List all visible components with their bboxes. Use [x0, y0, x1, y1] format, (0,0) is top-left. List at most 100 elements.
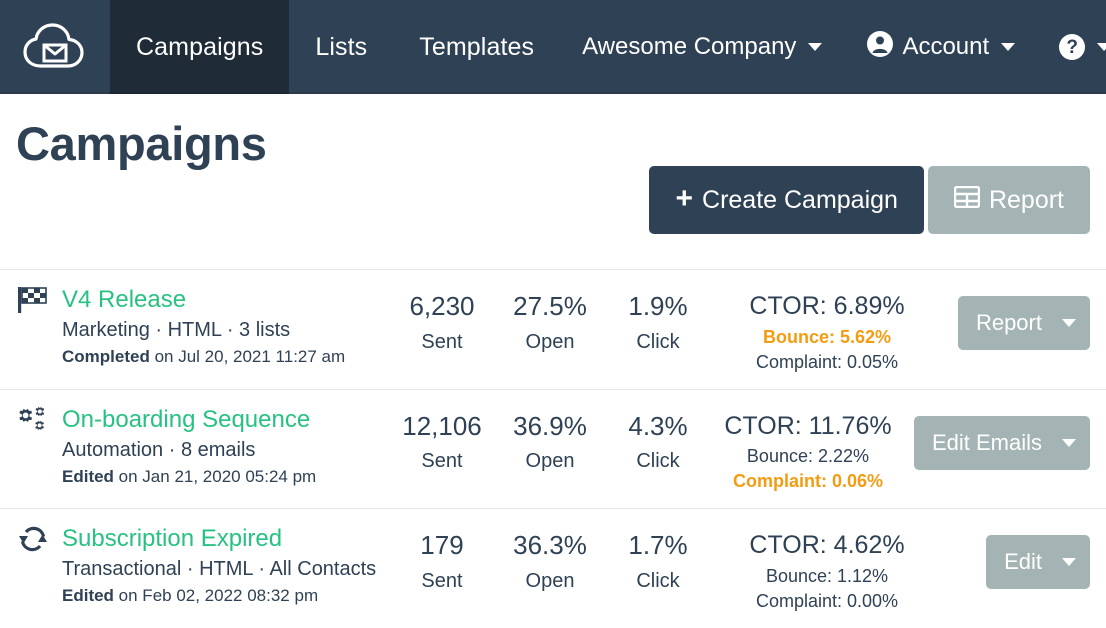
account-menu-label: Account [902, 33, 989, 61]
brand-logo[interactable] [0, 0, 110, 94]
stat-click-value: 4.3% [604, 410, 712, 443]
stat-click-value: 1.9% [604, 290, 712, 323]
campaign-name-link[interactable]: On-boarding Sequence [62, 406, 310, 434]
nav-tab-templates-label: Templates [419, 33, 534, 62]
checkered-flag-icon [16, 286, 50, 314]
row-action-dropdown-toggle[interactable] [1058, 535, 1090, 589]
campaign-date-text: on Jan 21, 2020 05:24 pm [114, 467, 316, 486]
stat-click-label: Click [604, 570, 712, 593]
stat-click: 1.9% Click [604, 284, 712, 354]
row-action: Report [952, 284, 1090, 350]
stat-open: 27.5% Open [496, 284, 604, 354]
campaign-title-line: On-boarding Sequence [16, 406, 388, 434]
complaint-value: Complaint: 0.06% [712, 471, 904, 492]
table-row[interactable]: V4 Release Marketing · HTML · 3 lists Co… [0, 270, 1106, 390]
cloud-envelope-logo-icon [22, 22, 88, 72]
report-button[interactable]: Report [928, 166, 1090, 234]
bounce-value: Bounce: 5.62% [712, 327, 942, 348]
campaign-title-line: Subscription Expired [16, 525, 388, 553]
campaign-date: Edited on Feb 02, 2022 08:32 pm [62, 586, 388, 606]
help-menu[interactable]: ? [1037, 34, 1106, 60]
stat-open-label: Open [496, 331, 604, 354]
table-icon [954, 186, 980, 215]
row-action-button[interactable]: Edit Emails [914, 416, 1090, 470]
sync-arrows-icon [16, 525, 50, 553]
page-header: Campaigns + Create Campaign Report [0, 94, 1106, 270]
account-menu[interactable]: Account [844, 30, 1037, 65]
stat-open: 36.9% Open [496, 404, 604, 474]
stat-sent-value: 12,106 [388, 410, 496, 443]
bounce-value: Bounce: 2.22% [712, 446, 904, 467]
plus-icon: + [675, 184, 693, 214]
campaign-name-link[interactable]: V4 Release [62, 286, 186, 314]
ctor-value: CTOR: 11.76% [712, 410, 904, 443]
rate-group: CTOR: 11.76% Bounce: 2.22% Complaint: 0.… [712, 404, 914, 493]
create-campaign-button[interactable]: + Create Campaign [649, 166, 923, 234]
campaign-date: Completed on Jul 20, 2021 11:27 am [62, 347, 388, 367]
nav-tab-templates[interactable]: Templates [393, 0, 560, 94]
stat-sent-value: 179 [388, 529, 496, 562]
rate-group: CTOR: 6.89% Bounce: 5.62% Complaint: 0.0… [712, 284, 952, 373]
company-menu[interactable]: Awesome Company [560, 33, 844, 61]
help-circle-icon: ? [1059, 34, 1085, 60]
campaign-title-line: V4 Release [16, 286, 388, 314]
campaign-list: V4 Release Marketing · HTML · 3 lists Co… [0, 270, 1106, 628]
table-row[interactable]: On-boarding Sequence Automation · 8 emai… [0, 390, 1106, 510]
row-action: Edit Emails [914, 404, 1090, 470]
campaign-meta: Marketing · HTML · 3 lists [62, 319, 388, 342]
navbar-left-group: Campaigns Lists Templates [0, 0, 560, 94]
nav-tab-campaigns[interactable]: Campaigns [110, 0, 289, 94]
campaign-date-text: on Feb 02, 2022 08:32 pm [114, 586, 318, 605]
complaint-value: Complaint: 0.00% [712, 591, 942, 612]
stat-sent: 179 Sent [388, 523, 496, 593]
complaint-value: Complaint: 0.05% [712, 352, 942, 373]
chevron-down-icon [1062, 319, 1076, 327]
campaign-summary: Subscription Expired Transactional · HTM… [16, 523, 388, 606]
campaign-name-link[interactable]: Subscription Expired [62, 525, 282, 553]
table-row[interactable]: Subscription Expired Transactional · HTM… [0, 509, 1106, 628]
ctor-value: CTOR: 4.62% [712, 529, 942, 562]
nav-tab-lists[interactable]: Lists [289, 0, 393, 94]
chevron-down-icon [1001, 43, 1015, 51]
bounce-value: Bounce: 1.12% [712, 566, 942, 587]
row-action-button[interactable]: Report [958, 296, 1090, 350]
cogs-icon [16, 406, 50, 434]
header-actions: + Create Campaign Report [649, 166, 1090, 234]
top-navbar: Campaigns Lists Templates Awesome Compan… [0, 0, 1106, 94]
campaign-status: Completed [62, 347, 150, 366]
row-action-dropdown-toggle[interactable] [1058, 296, 1090, 350]
stat-open-value: 36.3% [496, 529, 604, 562]
page-title: Campaigns [16, 116, 1090, 172]
stat-open-value: 27.5% [496, 290, 604, 323]
row-action-label: Edit Emails [914, 416, 1058, 470]
campaign-meta: Transactional · HTML · All Contacts [62, 558, 388, 581]
stat-open-label: Open [496, 570, 604, 593]
campaign-status: Edited [62, 467, 114, 486]
stat-sent: 12,106 Sent [388, 404, 496, 474]
rate-group: CTOR: 4.62% Bounce: 1.12% Complaint: 0.0… [712, 523, 952, 612]
campaign-date-text: on Jul 20, 2021 11:27 am [150, 347, 345, 366]
company-menu-label: Awesome Company [582, 33, 796, 61]
stat-click-value: 1.7% [604, 529, 712, 562]
stat-open: 36.3% Open [496, 523, 604, 593]
stat-open-label: Open [496, 450, 604, 473]
user-circle-icon [866, 30, 894, 65]
report-button-label: Report [989, 186, 1064, 215]
ctor-value: CTOR: 6.89% [712, 290, 942, 323]
row-action-label: Edit [986, 535, 1058, 589]
chevron-down-icon [1062, 558, 1076, 566]
nav-tab-lists-label: Lists [315, 33, 367, 62]
stat-sent-label: Sent [388, 450, 496, 473]
campaign-summary: V4 Release Marketing · HTML · 3 lists Co… [16, 284, 388, 367]
stat-click-label: Click [604, 331, 712, 354]
stat-open-value: 36.9% [496, 410, 604, 443]
navbar-right-group: Awesome Company Account ? [560, 0, 1106, 94]
chevron-down-icon [1062, 439, 1076, 447]
campaign-status: Edited [62, 586, 114, 605]
row-action-button[interactable]: Edit [986, 535, 1090, 589]
campaign-summary: On-boarding Sequence Automation · 8 emai… [16, 404, 388, 487]
stat-click: 1.7% Click [604, 523, 712, 593]
row-action-dropdown-toggle[interactable] [1058, 416, 1090, 470]
stat-sent-value: 6,230 [388, 290, 496, 323]
create-campaign-label: Create Campaign [702, 186, 898, 215]
